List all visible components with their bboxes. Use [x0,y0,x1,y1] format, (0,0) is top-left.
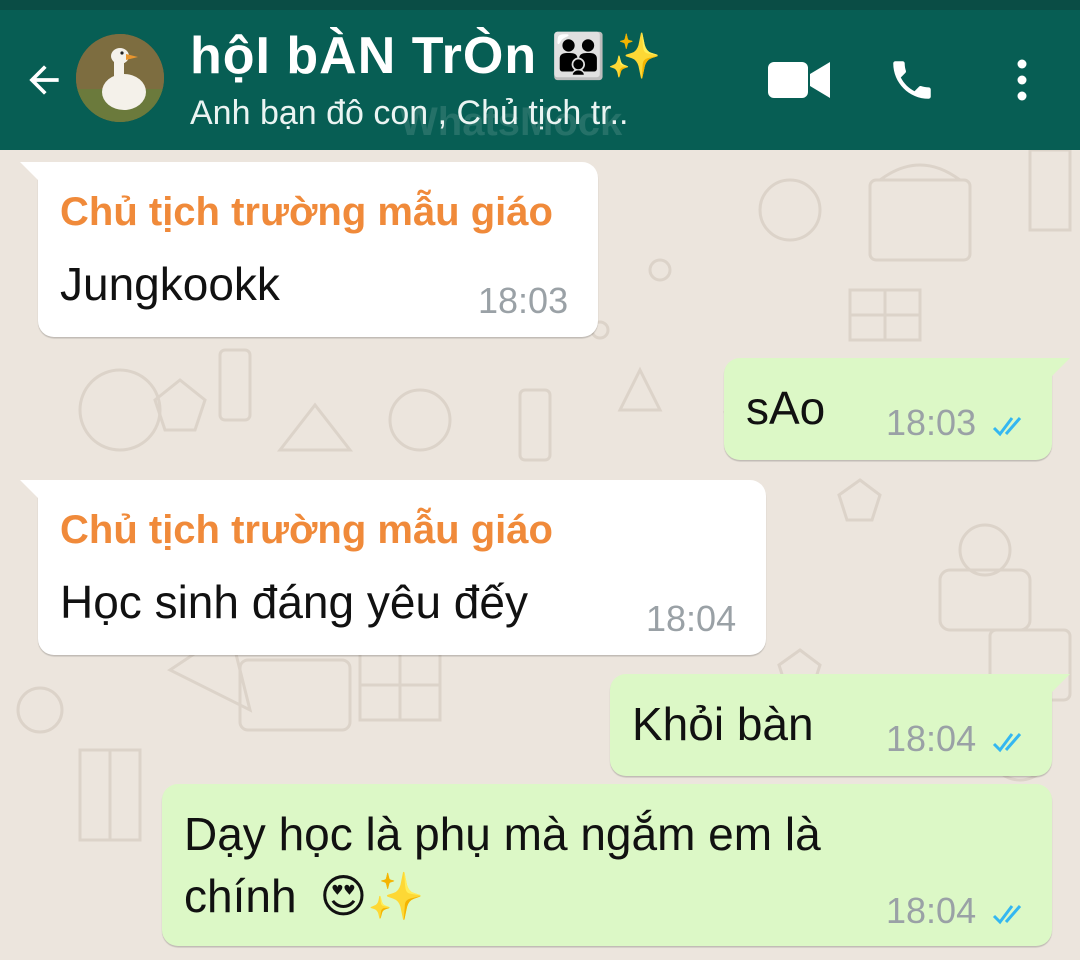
message-emojis: 😍✨ [319,870,425,922]
message-bubble-outgoing[interactable]: Dạy học là phụ mà ngắm em là chính 😍✨ 18… [162,784,1052,946]
more-vert-icon [1017,59,1027,101]
bubble-tail [1048,674,1070,696]
bubble-tail [20,480,42,502]
message-time: 18:03 [478,280,569,321]
chat-title[interactable]: hộI bÀN TrÒn 👨‍👨‍👦✨ [190,26,663,86]
more-options-button[interactable] [1000,50,1044,110]
goose-avatar-image [76,34,164,122]
chat-subtitle[interactable]: Anh bạn đô con , Chủ tịch tr.. [190,94,629,133]
message-text: sAo [746,382,826,434]
message-text: Jungkookk [60,258,280,310]
message-time: 18:04 [886,718,977,759]
message-text-line-2-words: chính [184,870,297,922]
chat-title-text: hộI bÀN TrÒn [190,27,538,85]
phone-icon [893,61,931,99]
message-text: Khỏi bàn [632,698,814,750]
sender-name[interactable]: Chủ tịch trường mẫu giáo [60,508,553,553]
chat-header: hộI bÀN TrÒn 👨‍👨‍👦✨ WhatsMock Anh bạn đô… [0,10,1080,150]
video-call-icon [768,62,830,98]
message-text: Học sinh đáng yêu đếy [60,576,528,628]
message-time: 18:03 [886,402,977,443]
message-text-line-2: chính 😍✨ [184,864,425,928]
video-call-button[interactable] [764,50,834,110]
chat-title-emojis: 👨‍👨‍👦✨ [551,32,663,81]
bubble-tail [20,162,42,184]
read-receipt-icon [992,733,1022,753]
chat-area[interactable]: Chủ tịch trường mẫu giáo Jungkookk 18:03… [0,150,1080,960]
message-bubble-incoming[interactable]: Chủ tịch trường mẫu giáo Jungkookk 18:03 [20,162,598,337]
message-bubble-outgoing[interactable]: sAo 18:03 [724,358,1070,460]
voice-call-button[interactable] [880,50,944,110]
read-receipt-icon [992,905,1022,925]
message-bubble-outgoing[interactable]: Khỏi bàn 18:04 [610,674,1070,776]
message-time: 18:04 [646,598,737,639]
message-time: 18:04 [886,890,977,931]
read-receipt-icon [992,417,1022,437]
message-bubble-incoming[interactable]: Chủ tịch trường mẫu giáo Học sinh đáng y… [20,480,766,655]
bubble-tail [1048,358,1070,380]
status-bar [0,0,1080,10]
sender-name[interactable]: Chủ tịch trường mẫu giáo [60,190,553,235]
group-avatar[interactable] [76,34,164,122]
back-arrow-icon [29,65,59,95]
back-button[interactable] [18,50,70,110]
message-text-line-1: Dạy học là phụ mà ngắm em là [184,808,821,860]
